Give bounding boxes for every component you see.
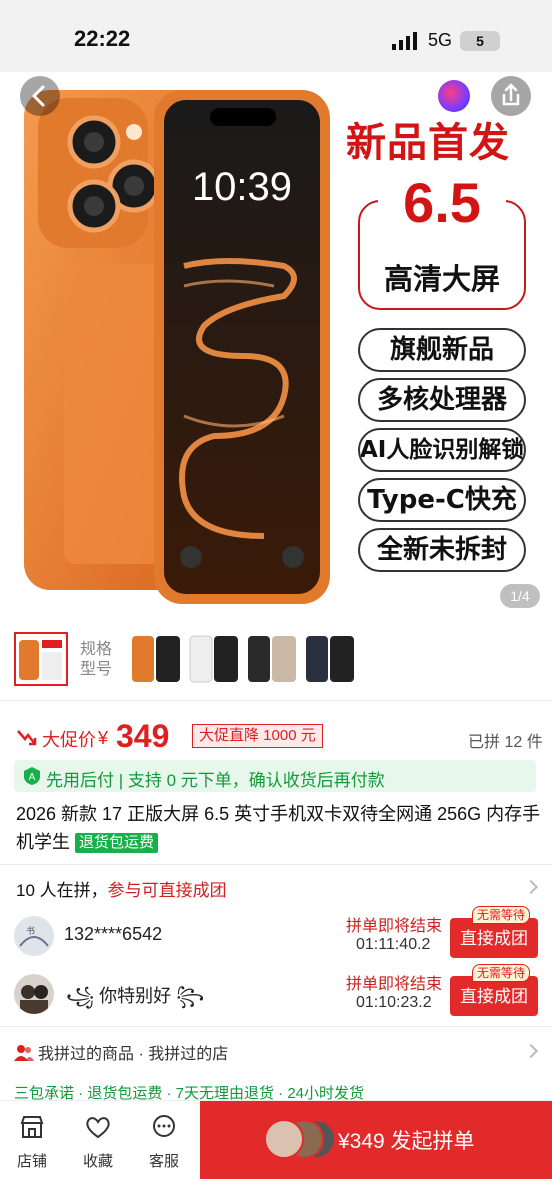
ai-assistant-icon[interactable] (438, 80, 470, 112)
store-label: 店铺 (16, 1153, 47, 1170)
user-name: ꧁ 你特别好 ꧂ (66, 986, 205, 1006)
phone-clock: 10:39 (192, 165, 292, 209)
avatar: 书 (14, 916, 54, 956)
feature-pill: Type-C快充 (358, 478, 526, 522)
discount-badge: 大促直降 1000 元 (192, 724, 323, 748)
price-row: 大促价 ¥ 349 大促直降 1000 元 已拼 12 件 (0, 710, 552, 762)
group-buy-count: 10 人在拼， (16, 881, 108, 900)
thumbnail-navy[interactable] (304, 632, 358, 686)
currency-symbol: ¥ (98, 728, 109, 748)
promo-headline: 新品首发 (346, 120, 510, 166)
thumbnail-white[interactable] (188, 632, 242, 686)
no-wait-badge: 无需等待 (472, 964, 531, 982)
service-label: 客服 (148, 1153, 179, 1170)
svg-text:书: 书 (26, 926, 35, 937)
no-wait-badge: 无需等待 (472, 906, 531, 924)
chevron-right-icon (523, 879, 539, 895)
status-bar: 22:22 5G 5 (0, 0, 552, 72)
group-user-row: ꧁ 你特别好 ꧂ 拼单即将结束 01:10:23.2 直接成团 无需等待 (0, 964, 552, 1024)
swirl-right-icon: ꧂ (176, 986, 205, 1006)
people-icon (14, 1045, 34, 1061)
svg-text:A: A (29, 772, 36, 783)
phone-product-image: 10:39 (24, 90, 330, 604)
divider (0, 1026, 552, 1027)
swirl-left-icon: ꧁ (66, 986, 95, 1006)
spec-label: 规格 型号 (80, 641, 113, 678)
thumbnail-orange[interactable] (130, 632, 184, 686)
history-text: 我拼过的商品 · 我拼过的店 (38, 1046, 229, 1063)
countdown-timer: 01:10:23.2 (356, 994, 432, 1011)
chat-bubble-icon (153, 1115, 175, 1137)
service-promises[interactable]: 三包承诺 · 退货包运费 · 7天无理由退货 · 24小时发货 (14, 1082, 552, 1100)
feature-pill: AI人脸识别解锁 (358, 428, 526, 472)
store-icon (20, 1116, 44, 1138)
avatar (264, 1119, 304, 1159)
price-drop-icon (17, 730, 37, 746)
ending-soon-label: 拼单即将结束 (346, 918, 443, 935)
chevron-right-icon (523, 1043, 539, 1059)
user-name: 132****6542 (64, 924, 163, 944)
group-user-row: 书 132****6542 拼单即将结束 01:11:40.2 直接成团 无需等… (0, 906, 552, 966)
home-indicator-area (0, 1179, 552, 1200)
page-indicator: 1/4 (500, 584, 540, 608)
pay-later-banner[interactable]: A 先用后付 | 支持 0 元下单，确认收货后再付款 (14, 760, 536, 792)
feature-pill: 全新未拆封 (358, 528, 526, 572)
group-count: 已拼 12 件 (468, 734, 543, 751)
thumbnail-black[interactable] (246, 632, 300, 686)
thumbnail-poster[interactable] (14, 632, 68, 686)
favorite-label: 收藏 (82, 1153, 113, 1170)
pay-later-text: 先用后付 | 支持 0 元下单，确认收货后再付款 (46, 771, 385, 790)
price-value: 349 (116, 718, 170, 754)
screen-size-subtitle: 高清大屏 (383, 262, 500, 296)
price-label: 大促价 (42, 730, 96, 750)
ending-soon-label: 拼单即将结束 (346, 976, 443, 993)
product-image-carousel[interactable]: 10:39 新品首发 6.5 高清大屏 旗舰新品 多核处理器 AI人脸识别解锁 … (0, 72, 552, 620)
group-buy-highlight: 参与可直接成团 (107, 881, 227, 900)
feature-pill: 多核处理器 (358, 378, 526, 422)
join-group-button[interactable]: 直接成团 (450, 976, 538, 1016)
screen-size-value: 6.5 (403, 171, 481, 234)
chevron-left-icon (32, 85, 45, 107)
divider (0, 700, 552, 701)
bottom-action-bar: 店铺 收藏 客服 ¥349 发起拼单 (0, 1100, 552, 1200)
countdown-timer: 01:11:40.2 (356, 936, 431, 953)
product-title: 2026 新款 17 正版大屏 6.5 英寸手机双卡双待全网通 256G 内存手… (16, 800, 542, 856)
purchase-history-link[interactable]: 我拼过的商品 · 我拼过的店 (14, 1040, 228, 1064)
favorite-button[interactable]: 收藏 (68, 1113, 128, 1171)
group-buy-header[interactable]: 10 人在拼，参与可直接成团 (16, 876, 227, 901)
signal-icon (392, 32, 417, 50)
variant-thumbnails: 规格 型号 (0, 628, 552, 696)
cta-label: ¥349 发起拼单 (338, 1130, 475, 1153)
customer-service-button[interactable]: 客服 (134, 1113, 194, 1171)
divider (0, 864, 552, 865)
battery-icon: 5 (460, 31, 500, 51)
network-type: 5G (428, 30, 453, 50)
feature-pill: 旗舰新品 (358, 328, 526, 372)
avatar (14, 974, 54, 1014)
store-button[interactable]: 店铺 (2, 1113, 62, 1171)
free-return-badge: 退货包运费 (75, 833, 159, 853)
back-button[interactable] (20, 76, 60, 116)
join-group-button[interactable]: 直接成团 (450, 918, 538, 958)
pay-later-icon: A (24, 767, 40, 785)
status-time: 22:22 (74, 26, 131, 51)
heart-icon (86, 1117, 110, 1139)
screen-size-card: 6.5 高清大屏 (358, 171, 526, 310)
start-group-buy-button[interactable]: ¥349 发起拼单 (200, 1101, 552, 1179)
